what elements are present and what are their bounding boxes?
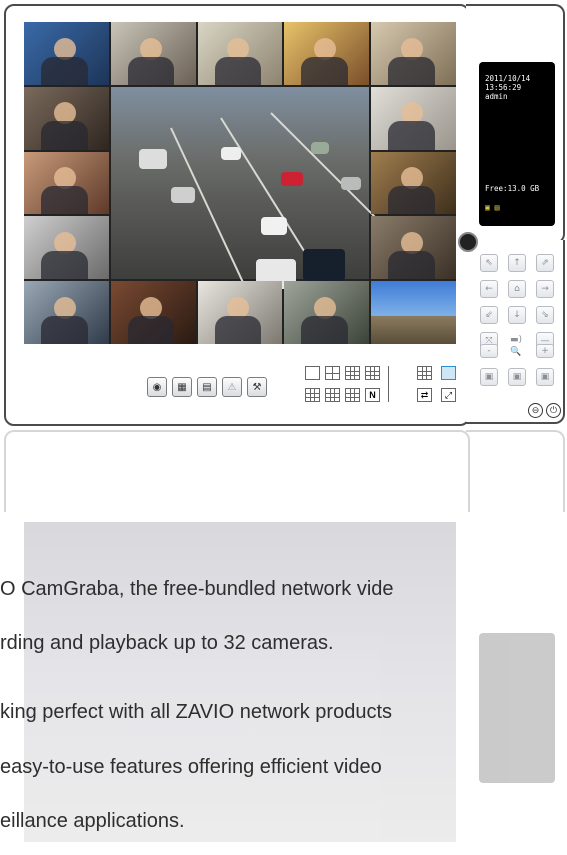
- preset-a-button[interactable]: ▣: [480, 368, 498, 386]
- layout-13-button[interactable]: [305, 388, 320, 402]
- ptz-home-button[interactable]: ⌂: [508, 280, 526, 298]
- camera-tile[interactable]: [284, 281, 370, 344]
- camera-tile-highway[interactable]: [110, 86, 428, 328]
- ptz-up-right-button[interactable]: ⇗: [536, 254, 554, 272]
- camera-tile[interactable]: [371, 22, 456, 85]
- layout-9-button[interactable]: [345, 366, 360, 380]
- description-line-5: eillance applications.: [0, 810, 185, 832]
- preset-b-button[interactable]: ▣: [508, 368, 526, 386]
- description-line-2: rding and playback up to 32 cameras.: [0, 632, 334, 654]
- layout-16-button[interactable]: [365, 366, 380, 380]
- ptz-up-left-button[interactable]: ⇖: [480, 254, 498, 272]
- camera-tile[interactable]: [24, 216, 109, 280]
- camera-tile[interactable]: [371, 281, 456, 344]
- camera-tile[interactable]: [371, 151, 456, 215]
- record-button[interactable]: ◉: [147, 377, 167, 397]
- search-icon[interactable]: 🔍: [508, 344, 524, 360]
- ptz-down-left-button[interactable]: ⇙: [480, 306, 498, 324]
- cycle-button[interactable]: ⇄: [417, 388, 432, 402]
- settings-button[interactable]: ⚒: [247, 377, 267, 397]
- playback-button[interactable]: ▤: [197, 377, 217, 397]
- camera-tile[interactable]: [24, 22, 109, 85]
- info-date: 2011/10/14: [485, 74, 531, 83]
- ptz-down-right-button[interactable]: ⇘: [536, 306, 554, 324]
- camera-tile[interactable]: [110, 22, 196, 85]
- description-line-3: king perfect with all ZAVIO network prod…: [0, 701, 393, 723]
- snapshot-button[interactable]: ▦: [172, 377, 192, 397]
- camera-tile[interactable]: [371, 86, 456, 150]
- layout-n-button[interactable]: N: [365, 388, 380, 402]
- fullscreen-button[interactable]: ⤢: [441, 388, 456, 402]
- plus-button[interactable]: +: [536, 344, 554, 358]
- minimize-icon[interactable]: ⊖: [528, 403, 543, 418]
- ptz-up-button[interactable]: ↑: [508, 254, 526, 272]
- camera-tile[interactable]: [197, 22, 283, 85]
- layout-view-button[interactable]: [417, 366, 432, 380]
- info-screen: 2011/10/14 13:56:29 admin Free:13.0 GB ▣…: [479, 62, 555, 226]
- ptz-right-button[interactable]: →: [536, 280, 554, 298]
- minus-button[interactable]: -: [480, 344, 498, 358]
- info-time: 13:56:29: [485, 83, 522, 92]
- status-icons: ▣ ▤: [485, 203, 500, 212]
- camera-tile[interactable]: [24, 86, 109, 150]
- camera-tile[interactable]: [24, 151, 109, 215]
- preset-c-button[interactable]: ▣: [536, 368, 554, 386]
- toolbar-divider: [388, 366, 389, 402]
- layout-full-button[interactable]: [441, 366, 456, 380]
- panel-toggle-knob[interactable]: [458, 232, 478, 252]
- video-grid: [24, 22, 456, 344]
- layout-1-button[interactable]: [305, 366, 320, 380]
- camera-tile[interactable]: [197, 281, 283, 344]
- layout-4-button[interactable]: [325, 366, 340, 380]
- layout-25-button[interactable]: [345, 388, 360, 402]
- alarm-button[interactable]: ⚠: [222, 377, 242, 397]
- camera-tile[interactable]: [371, 216, 456, 280]
- info-user: admin: [485, 92, 508, 101]
- info-free-space: Free:13.0 GB: [485, 184, 540, 193]
- ptz-left-button[interactable]: ←: [480, 280, 498, 298]
- ptz-down-button[interactable]: ↓: [508, 306, 526, 324]
- camera-tile[interactable]: [24, 281, 109, 344]
- camera-tile[interactable]: [110, 281, 196, 344]
- camera-tile[interactable]: [284, 22, 370, 85]
- power-icon[interactable]: ⏻: [546, 403, 561, 418]
- layout-20-button[interactable]: [325, 388, 340, 402]
- description-line-4: easy-to-use features offering efficient …: [0, 756, 382, 778]
- description-line-1: O CamGraba, the free-bundled network vid…: [0, 578, 394, 600]
